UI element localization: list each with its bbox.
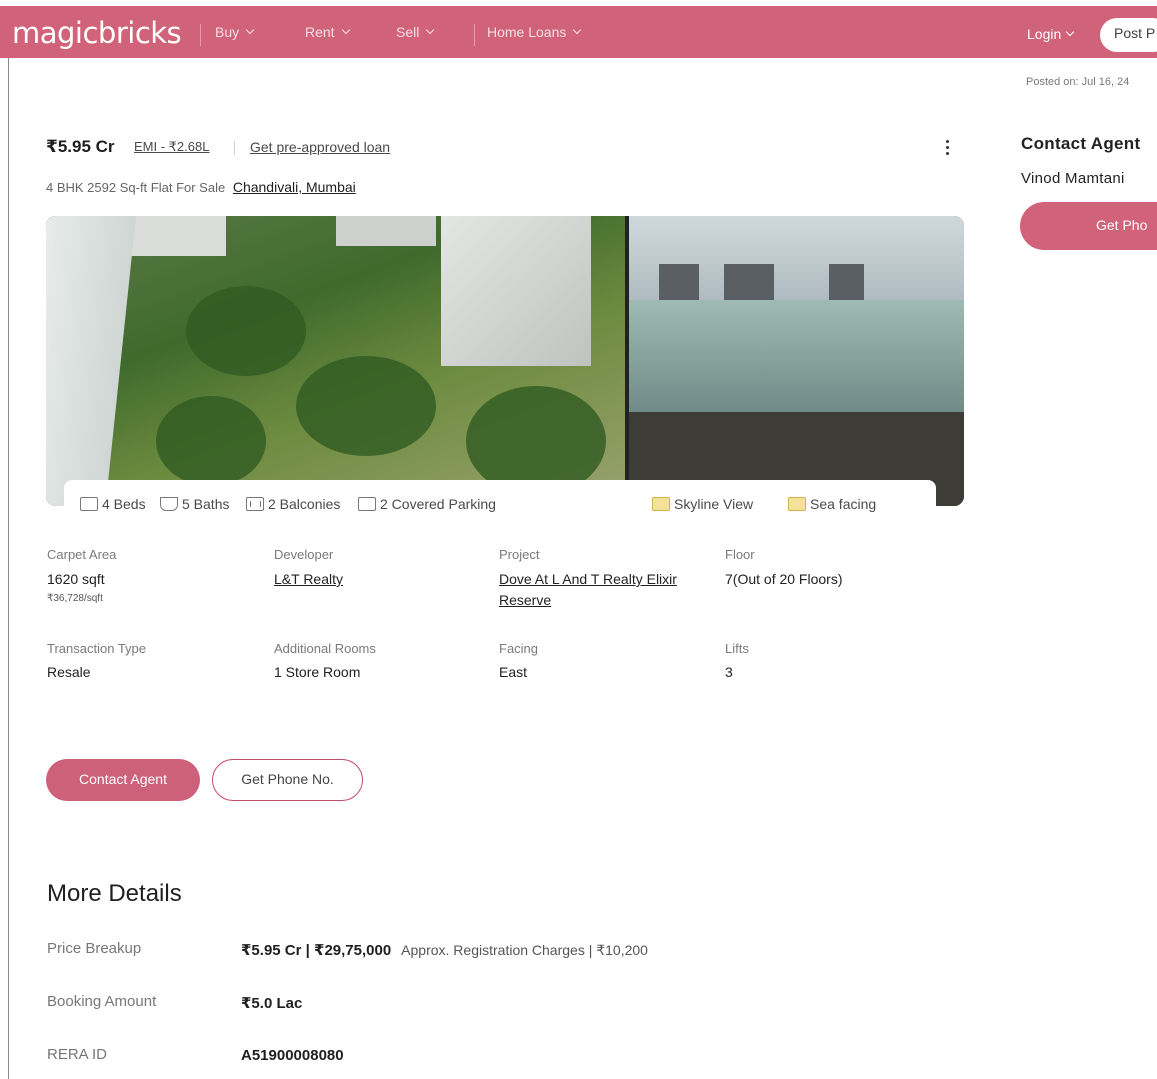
lifts-label: Lifts <box>725 641 749 656</box>
chevron-down-icon <box>245 25 255 35</box>
login-label: Login <box>1027 26 1062 42</box>
magicbricks-logo[interactable]: magicbricks <box>12 16 182 50</box>
nav-home-loans[interactable]: Home Loans <box>487 24 582 40</box>
agent-name: Vinod Mamtani <box>1021 170 1125 187</box>
bed-icon <box>80 497 98 511</box>
more-options-icon[interactable] <box>946 140 950 158</box>
booking-amount-value: ₹5.0 Lac <box>241 995 303 1012</box>
transaction-type-value: Resale <box>47 664 91 680</box>
post-property-button[interactable]: Post P <box>1100 18 1157 52</box>
side-get-phone-button[interactable]: Get Pho <box>1020 202 1157 250</box>
amenity-balconies: 2 Balconies <box>246 496 340 512</box>
floor-value: 7(Out of 20 Floors) <box>725 571 843 587</box>
price-breakup-value: ₹5.95 Cr | ₹29,75,000 Approx. Registratio… <box>241 941 648 959</box>
nav-divider <box>200 24 201 46</box>
project-link[interactable]: Dove At L And T Realty Elixir <box>499 571 677 587</box>
secondary-photo[interactable] <box>629 216 964 506</box>
amenity-beds-label: 4 Beds <box>102 496 146 512</box>
additional-rooms-label: Additional Rooms <box>274 641 376 656</box>
photo-gallery[interactable] <box>46 216 964 506</box>
rera-id-value: A51900008080 <box>241 1047 344 1064</box>
bath-icon <box>160 497 178 511</box>
amenity-sea-facing: Sea facing <box>788 496 876 512</box>
amenities-bar: 4 Beds 5 Baths 2 Balconies 2 Covered Par… <box>64 480 936 526</box>
amenity-parking: 2 Covered Parking <box>358 496 496 512</box>
transaction-type-label: Transaction Type <box>47 641 146 656</box>
amenity-beds: 4 Beds <box>80 496 146 512</box>
chevron-down-icon <box>341 25 350 35</box>
amenity-sea-facing-label: Sea facing <box>810 496 877 512</box>
nav-sell-label: Sell <box>396 24 420 40</box>
developer-label: Developer <box>274 547 334 562</box>
amenity-skyline: Skyline View <box>652 496 753 512</box>
amenity-parking-label: 2 Covered Parking <box>380 496 496 512</box>
location-link[interactable]: Chandivali, Mumbai <box>233 179 356 195</box>
project-label: Project <box>499 547 540 562</box>
main-photo[interactable] <box>46 216 625 506</box>
emi-link[interactable]: EMI - ₹2.68L <box>134 139 209 155</box>
top-navigation-bar: magicbricks Buy Rent Sell Home Loans Log… <box>0 0 1157 58</box>
chevron-down-icon <box>573 25 582 35</box>
chevron-down-icon <box>426 25 435 35</box>
price: ₹5.95 Cr <box>46 137 115 156</box>
nav-buy-label: Buy <box>215 24 240 40</box>
facing-label: Facing <box>499 641 539 656</box>
price-per-sqft: ₹36,728/sqft <box>47 593 103 604</box>
carpet-area-label: Carpet Area <box>47 547 117 562</box>
additional-rooms-value: 1 Store Room <box>274 664 361 680</box>
property-summary: 4 BHK 2592 Sq-ft Flat For Sale <box>46 180 226 195</box>
nav-home-loans-label: Home Loans <box>487 24 567 40</box>
posted-date: Posted on: Jul 16, 24 <box>1026 76 1130 88</box>
login-menu[interactable]: Login <box>1027 26 1075 42</box>
project-link-line2[interactable]: Reserve <box>499 592 551 608</box>
balcony-icon <box>246 497 264 511</box>
contact-agent-title: Contact Agent <box>1021 134 1141 153</box>
more-details-heading: More Details <box>47 880 182 907</box>
page-border <box>8 58 9 1079</box>
lifts-value: 3 <box>725 664 733 680</box>
nav-divider <box>474 24 475 46</box>
booking-amount-label: Booking Amount <box>47 993 157 1010</box>
nav-sell[interactable]: Sell <box>396 24 435 40</box>
chevron-down-icon <box>1066 27 1075 37</box>
contact-agent-button[interactable]: Contact Agent <box>46 759 200 801</box>
nav-rent[interactable]: Rent <box>305 24 350 40</box>
price-breakup-amount: ₹5.95 Cr | ₹29,75,000 <box>241 942 392 959</box>
nav-buy[interactable]: Buy <box>215 24 255 40</box>
facing-value: East <box>499 664 528 680</box>
registration-charges: Approx. Registration Charges | ₹10,200 <box>401 942 648 958</box>
amenity-baths: 5 Baths <box>160 496 229 512</box>
get-phone-button[interactable]: Get Phone No. <box>212 759 363 801</box>
floor-label: Floor <box>725 547 755 562</box>
divider <box>234 141 235 155</box>
amenity-skyline-label: Skyline View <box>674 496 754 512</box>
nav-rent-label: Rent <box>305 24 335 40</box>
rera-id-label: RERA ID <box>47 1046 108 1063</box>
parking-icon <box>358 497 376 511</box>
sea-facing-icon <box>788 497 806 511</box>
skyline-icon <box>652 497 670 511</box>
pre-approved-loan-link[interactable]: Get pre-approved loan <box>250 139 390 155</box>
carpet-area-value: 1620 sqft <box>47 571 105 587</box>
price-breakup-label: Price Breakup <box>47 940 142 957</box>
listing-subtitle: 4 BHK 2592 Sq-ft Flat For Sale Chandival… <box>46 179 356 195</box>
amenity-balconies-label: 2 Balconies <box>268 496 341 512</box>
amenity-baths-label: 5 Baths <box>182 496 230 512</box>
developer-link[interactable]: L&T Realty <box>274 571 343 587</box>
